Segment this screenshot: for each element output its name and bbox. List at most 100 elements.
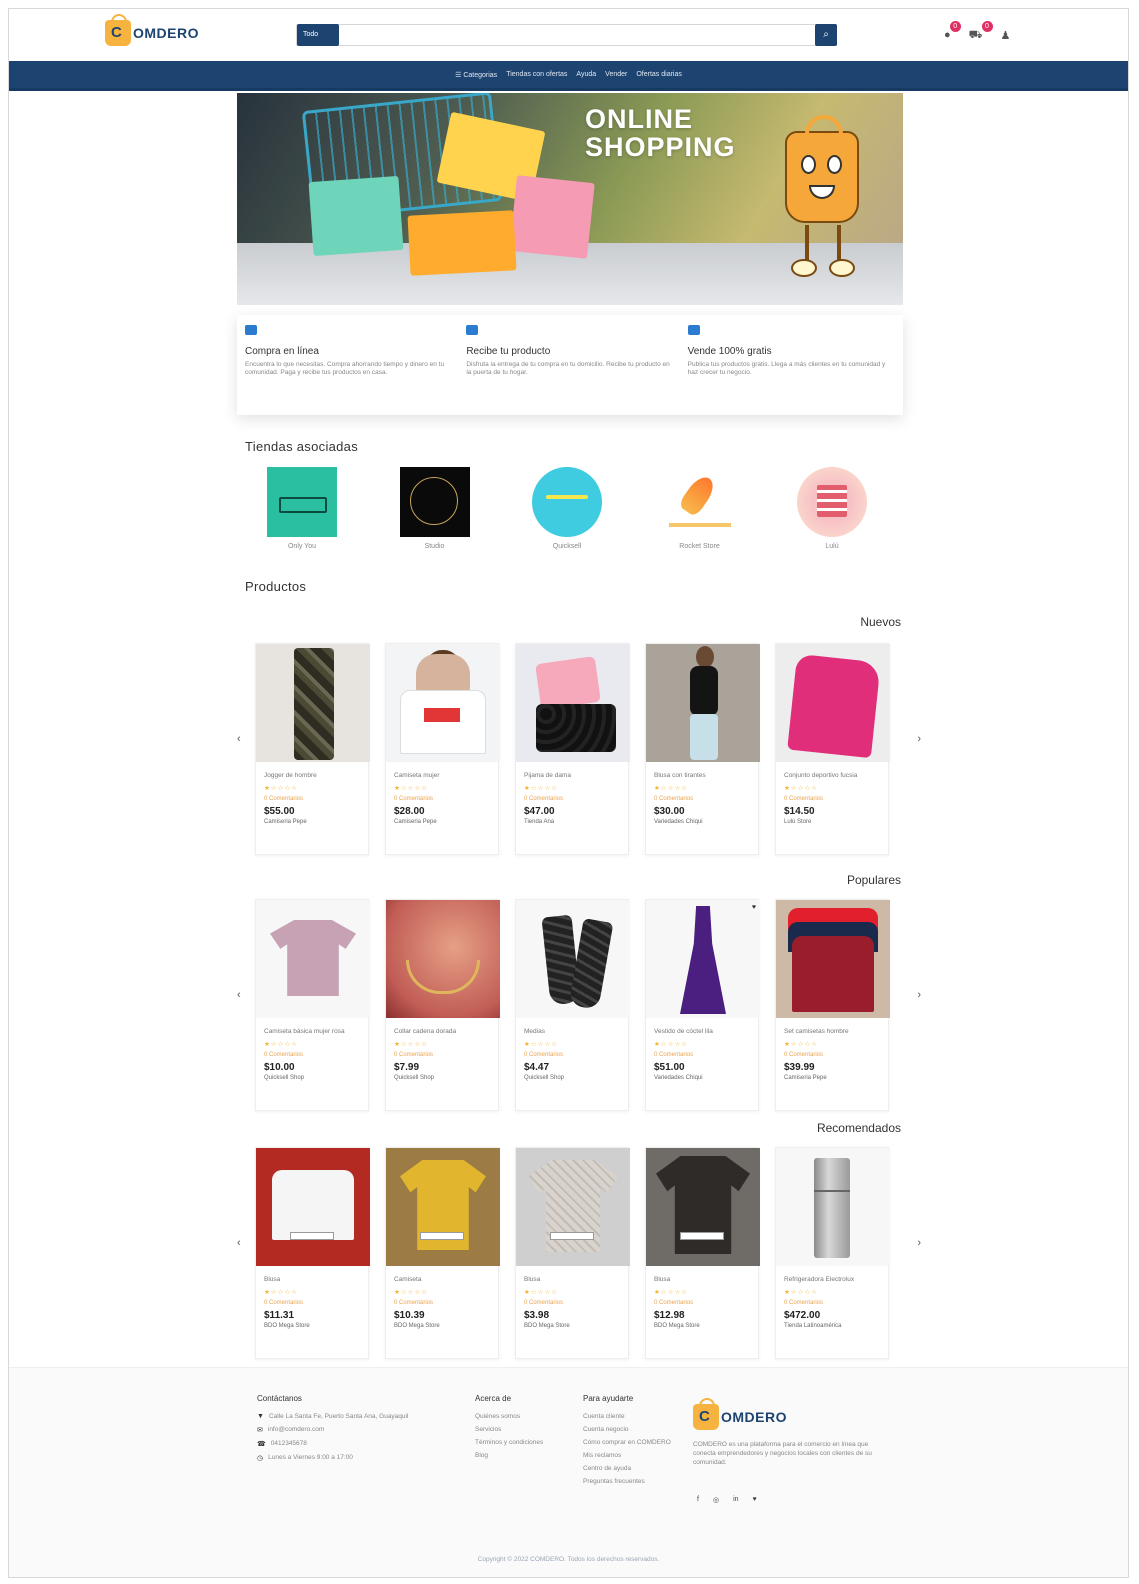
comments-count: 0 Comentarios [264,1052,304,1058]
top-header: OMDERO Todo ⌕ ●0 ⛟0 ♟ [9,9,1128,61]
contact-address: ▼ Calle La Santa Fe, Puerto Santa Ana, Gu… [257,1413,457,1420]
product-name: Blusa [264,1276,281,1283]
facebook-icon[interactable]: f [697,1496,699,1504]
rating-stars: ★☆☆☆☆ [394,1289,429,1296]
footer-link[interactable]: Servicios [475,1426,575,1433]
contact-phone[interactable]: ☎ 0412345678 [257,1440,457,1448]
contact-hours: ◷ Lunes a Viernes 9:00 a 17:00 [257,1454,457,1462]
header-icons: ● 0 ⛟ 0 ♟ [944,21,1011,43]
product-card[interactable]: Medias ★☆☆☆☆ 0 Comentarios $4.47 Quickse… [515,899,630,1111]
group-label-nuevos: Nuevos [860,615,901,629]
product-card[interactable]: Jogger de hombre ★☆☆☆☆ 0 Comentarios $55… [255,643,370,855]
product-image [386,1148,500,1266]
product-card[interactable]: Camiseta básica mujer rosa ★☆☆☆☆ 0 Comen… [255,899,370,1111]
search-category-select[interactable]: Todo [297,24,339,46]
nav-vender[interactable]: Vender [605,71,627,78]
product-card[interactable]: Blusa ★☆☆☆☆ 0 Comentarios $12.98 BDO Meg… [645,1147,760,1359]
product-card[interactable]: Pijama de dama ★☆☆☆☆ 0 Comentarios $47.0… [515,643,630,855]
store-card[interactable]: Quicksell [512,467,622,550]
product-card[interactable]: Camiseta ★☆☆☆☆ 0 Comentarios $10.39 BDO … [385,1147,500,1359]
rating-stars: ★☆☆☆☆ [264,1041,299,1048]
chevron-left-icon[interactable]: ‹ [237,733,241,745]
store-card[interactable]: Rocket Store [645,467,755,550]
shopping-bag-image [509,175,595,259]
nav-tiendas[interactable]: Tiendas con ofertas [506,71,567,78]
product-image [646,1148,760,1266]
contact-phone-text: 0412345678 [270,1440,307,1447]
footer-link[interactable]: Términos y condiciones [475,1439,575,1446]
product-card[interactable]: Refrigeradora Electrolux ★☆☆☆☆ 0 Comenta… [775,1147,890,1359]
footer-logo[interactable]: OMDERO [693,1398,787,1430]
footer-link[interactable]: Mis reclamos [583,1452,673,1459]
rating-stars: ★☆☆☆☆ [524,1289,559,1296]
product-card[interactable]: Camiseta mujer ★☆☆☆☆ 0 Comentarios $28.0… [385,643,500,855]
footer-link[interactable]: Cuenta negocio [583,1426,673,1433]
product-name: Vestido de cóctel lila [654,1028,713,1035]
product-card[interactable]: Blusa con tirantes ★☆☆☆☆ 0 Comentarios $… [645,643,760,855]
product-price: $10.39 [394,1310,425,1321]
product-image [516,644,630,762]
bell-icon[interactable]: ● 0 [944,21,961,43]
product-image [776,900,890,1018]
mascot-foot [791,259,817,277]
footer-link[interactable]: Cuenta cliente [583,1413,673,1420]
store-name: BDO Mega Store [394,1323,440,1329]
footer-link[interactable]: Quiénes somos [475,1413,575,1420]
linkedin-icon[interactable]: in [733,1496,738,1504]
store-name: Quicksell Shop [524,1075,565,1081]
product-image [776,644,890,762]
footer-link[interactable]: Cómo comprar en COMDERO [583,1439,673,1446]
store-card[interactable]: Lulú [777,467,887,550]
chevron-right-icon[interactable]: › [917,1237,921,1249]
contact-email[interactable]: ✉ info@comdero.com [257,1426,457,1434]
footer-description: COMDERO es una plataforma para el comerc… [693,1441,872,1466]
comments-count: 0 Comentarios [654,1300,694,1306]
comments-count: 0 Comentarios [654,1052,694,1058]
comments-count: 0 Comentarios [524,1052,564,1058]
product-name: Blusa [654,1276,671,1283]
footer-help: Para ayudarte Cuenta cliente Cuenta nego… [583,1394,673,1491]
footer-link[interactable]: Preguntas frecuentes [583,1478,673,1485]
rating-stars: ★☆☆☆☆ [524,1041,559,1048]
product-card[interactable]: Conjunto deportivo fucsia ★☆☆☆☆ 0 Coment… [775,643,890,855]
product-card[interactable]: Blusa ★☆☆☆☆ 0 Comentarios $11.31 BDO Meg… [255,1147,370,1359]
footer-link[interactable]: Centro de ayuda [583,1465,673,1472]
store-name: Studio [424,543,445,550]
heart-icon[interactable]: ♥ [752,904,756,911]
product-name: Jogger de hombre [264,772,317,779]
chevron-left-icon[interactable]: ‹ [237,1237,241,1249]
search-button[interactable]: ⌕ [815,24,837,46]
instagram-icon[interactable]: ◎ [713,1496,719,1504]
contact-email-text: info@comdero.com [267,1426,325,1433]
truck-icon [245,325,257,335]
product-card[interactable]: Collar cadena dorada ★☆☆☆☆ 0 Comentarios… [385,899,500,1111]
twitter-icon[interactable]: ♥ [753,1496,757,1504]
product-card[interactable]: Blusa ★☆☆☆☆ 0 Comentarios $3.98 BDO Mega… [515,1147,630,1359]
nav-categorias[interactable]: ☰ Categorias [455,71,497,79]
rocket-store-logo [665,467,735,537]
chevron-right-icon[interactable]: › [917,989,921,1001]
comments-count: 0 Comentarios [394,1052,434,1058]
comdero-logo[interactable]: OMDERO [105,14,199,46]
product-card[interactable]: Set camisetas hombre ★☆☆☆☆ 0 Comentarios… [775,899,890,1111]
nav-ayuda[interactable]: Ayuda [576,71,596,78]
stores-section-title: Tiendas asociadas [245,439,359,454]
chevron-left-icon[interactable]: ‹ [237,989,241,1001]
copyright-text: Copyright © 2022 COMDERO. Todos los dere… [477,1556,660,1563]
chevron-right-icon[interactable]: › [917,733,921,745]
footer-link[interactable]: Blog [475,1452,575,1459]
store-card[interactable]: Only You [247,467,357,550]
product-price: $7.99 [394,1062,420,1073]
product-card[interactable]: ♥ Vestido de cóctel lila ★☆☆☆☆ 0 Comenta… [645,899,760,1111]
user-icon[interactable]: ♟ [1001,29,1011,43]
store-name: Quicksell [552,543,582,550]
mascot-leg [805,225,809,263]
store-logo [532,467,602,537]
product-image [646,644,760,762]
store-card[interactable]: Studio [380,467,490,550]
cart-icon[interactable]: ⛟ 0 [969,21,993,43]
hero-banner[interactable]: ONLINE SHOPPING [237,93,903,305]
nav-ofertas[interactable]: Ofertas diarias [636,71,682,78]
search-input[interactable] [343,25,793,45]
mascot-mouth [809,185,835,199]
